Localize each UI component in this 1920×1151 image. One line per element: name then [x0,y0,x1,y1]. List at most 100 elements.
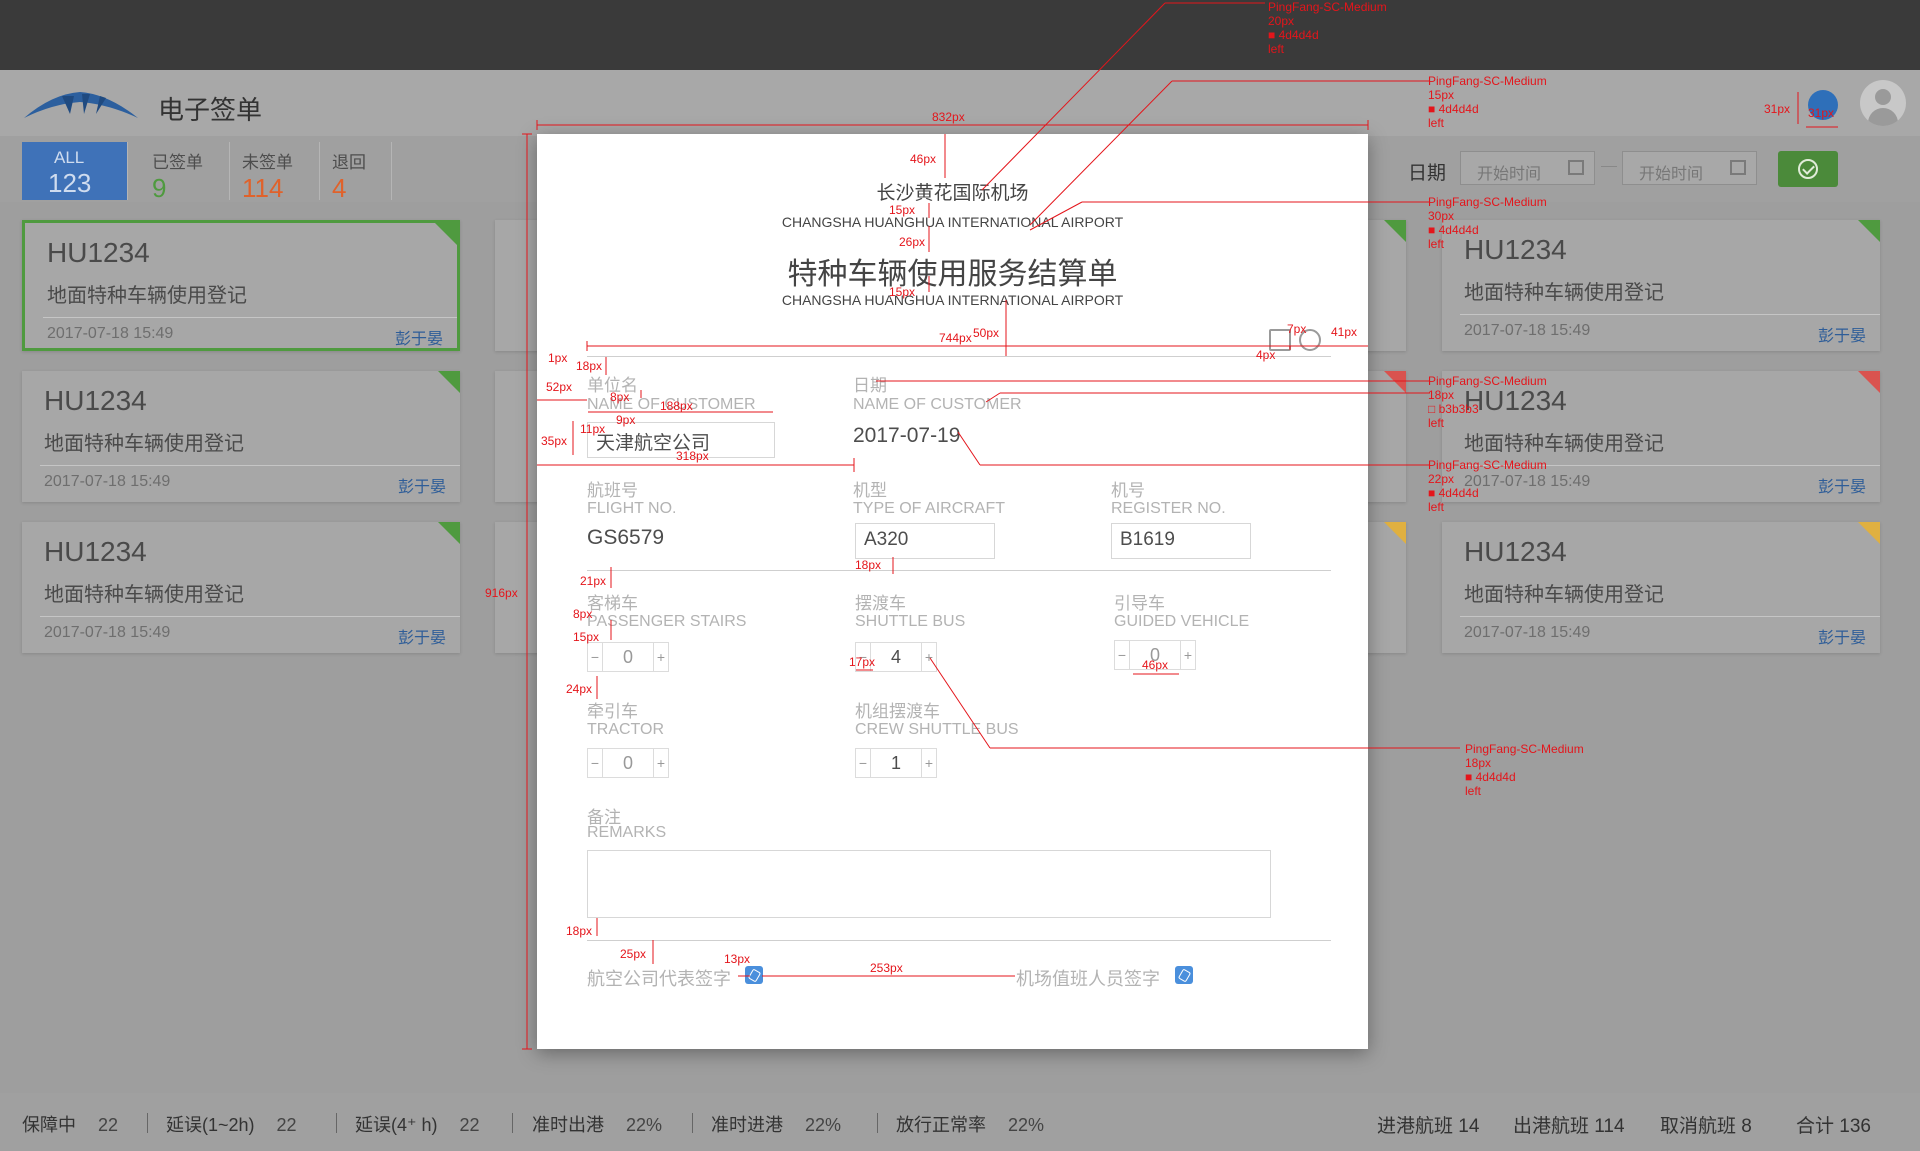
card-divider [40,616,460,617]
guided-label-en: GUIDED VEHICLE [1114,613,1250,630]
stat-delay-4h: 延误(4⁺ h) 22 [355,1115,480,1135]
tractor-label-en: TRACTOR [587,721,665,738]
crew-shuttle-label-cn: 机组摆渡车 [855,702,940,721]
measure-label: 13px [724,952,751,966]
card-flight-no: HU1234 [1464,536,1567,567]
measure-label: 41px [1331,325,1358,339]
card-time: 2017-07-18 15:49 [44,473,171,490]
measure-label: 46px [910,152,937,166]
measure-label: 25px [620,947,647,961]
measure-label: 11px [580,422,606,436]
guided-label-cn: 引导车 [1114,594,1165,613]
font-spec-note: PingFang-SC-Medium 18px □ b3b3b3 left [1428,374,1547,430]
airport-signature-label: 机场值班人员签字 [1016,969,1160,989]
sign-pen-icon[interactable] [745,966,763,984]
measure-label: 17px [849,655,876,669]
measure-label: 18px [855,558,882,572]
stepper-value[interactable]: 0 [603,642,653,672]
register-label-en: REGISTER NO. [1111,500,1226,517]
stairs-label-en: PASSENGER STAIRS [587,613,747,630]
measure-label: 18px [566,924,593,938]
date-label-cn: 日期 [853,376,887,395]
date-value[interactable]: 2017-07-19 [853,424,960,448]
register-field[interactable]: B1619 [1111,523,1251,559]
shuttle-label-cn: 摆渡车 [855,594,906,613]
increment-button[interactable]: + [921,748,937,778]
aircraft-field[interactable]: A320 [855,523,995,559]
divider [587,570,1331,571]
app-header: 电子签单 [0,70,1920,136]
card-flight-no: HU1234 [44,536,147,567]
decrement-button[interactable]: − [855,748,871,778]
airport-name-en: CHANGSHA HUANGHUA INTERNATIONAL AIRPORT [781,214,1124,230]
decrement-button[interactable]: − [1114,640,1130,670]
measure-label: 253px [870,961,903,975]
increment-button[interactable]: + [653,748,669,778]
stat-departures: 出港航班 114 [1513,1116,1625,1137]
decrement-button[interactable]: − [587,642,603,672]
signoff-card[interactable]: HU1234 地面特种车辆使用登记 2017-07-18 15:49 彭于晏 [22,522,460,653]
confirm-filter-button[interactable] [1778,151,1838,187]
increment-button[interactable]: + [921,642,937,672]
stepper-value[interactable]: 1 [871,748,921,778]
divider [692,1113,693,1133]
card-description: 地面特种车辆使用登记 [44,584,244,606]
tab-all[interactable]: ALL 123 [22,142,128,200]
flight-no-value[interactable]: GS6579 [587,526,664,550]
airline-logo-icon [24,92,138,118]
increment-button[interactable]: + [653,642,669,672]
decrement-button[interactable]: − [587,748,603,778]
tab-unsigned[interactable]: 未签单 114 [230,142,320,203]
signoff-card[interactable]: HU1234 地面特种车辆使用登记 2017-07-18 15:49 彭于晏 [22,220,460,351]
status-corner [1858,522,1880,544]
avatar[interactable] [1860,80,1906,126]
font-spec-note: PingFang-SC-Medium 30px ■ 4d4d4d left [1428,195,1547,251]
sign-pen-icon[interactable] [1175,966,1193,984]
date-label-en: NAME OF CUSTOMER [853,396,1022,413]
aircraft-label-en: TYPE OF AIRCRAFT [853,500,1006,517]
start-date-placeholder: 开始时间 [1477,166,1542,183]
tab-label: ALL [54,148,85,167]
stat-ontime-departure: 准时出港 22% [532,1115,663,1135]
card-person[interactable]: 彭于晏 [398,624,446,648]
tractor-stepper[interactable]: − 0 + [587,748,669,778]
font-spec-note: PingFang-SC-Medium 22px ■ 4d4d4d left [1428,458,1547,514]
increment-button[interactable]: + [1180,640,1196,670]
card-person[interactable]: 彭于晏 [398,473,446,497]
stat-ontime-arrival: 准时进港 22% [711,1115,842,1135]
stepper-value[interactable]: 4 [871,642,921,672]
card-divider [43,317,457,318]
signoff-card[interactable]: HU1234 地面特种车辆使用登记 2017-07-18 15:49 彭于晏 [1442,522,1880,653]
status-corner [435,223,457,245]
card-person[interactable]: 彭于晏 [1818,322,1866,346]
stairs-stepper[interactable]: − 0 + [587,642,669,672]
measure-label: 318px [676,449,709,463]
end-date-input[interactable]: 开始时间 [1622,151,1757,185]
stepper-value[interactable]: 0 [603,748,653,778]
card-person[interactable]: 彭于晏 [395,325,443,348]
tab-signed[interactable]: 已签单 9 [140,142,230,203]
tab-count: 4 [332,173,347,203]
divider [877,1113,878,1133]
card-divider [1460,314,1880,315]
tab-returned[interactable]: 退回 4 [320,142,392,203]
measure-label: 35px [541,434,568,448]
crew-shuttle-stepper[interactable]: − 1 + [855,748,937,778]
card-person[interactable]: 彭于晏 [1818,473,1866,497]
tab-label: 未签单 [242,153,293,172]
stat-delay-1-2h: 延误(1~2h) 22 [166,1115,297,1135]
check-circle-icon [1798,159,1818,179]
signoff-card[interactable]: HU1234 地面特种车辆使用登记 2017-07-18 15:49 彭于晏 [22,371,460,502]
card-time: 2017-07-18 15:49 [1464,322,1591,339]
measure-label: 21px [580,574,607,588]
card-divider [1460,616,1880,617]
end-date-placeholder: 开始时间 [1639,166,1704,183]
divider [587,356,1331,357]
remarks-textarea[interactable] [587,850,1271,918]
app-title: 电子签单 [158,95,263,125]
crew-shuttle-label-en: CREW SHUTTLE BUS [855,721,1019,738]
start-date-input[interactable]: 开始时间 [1460,151,1595,185]
divider [512,1113,513,1133]
tab-count: 123 [48,168,92,198]
card-person[interactable]: 彭于晏 [1818,624,1866,648]
